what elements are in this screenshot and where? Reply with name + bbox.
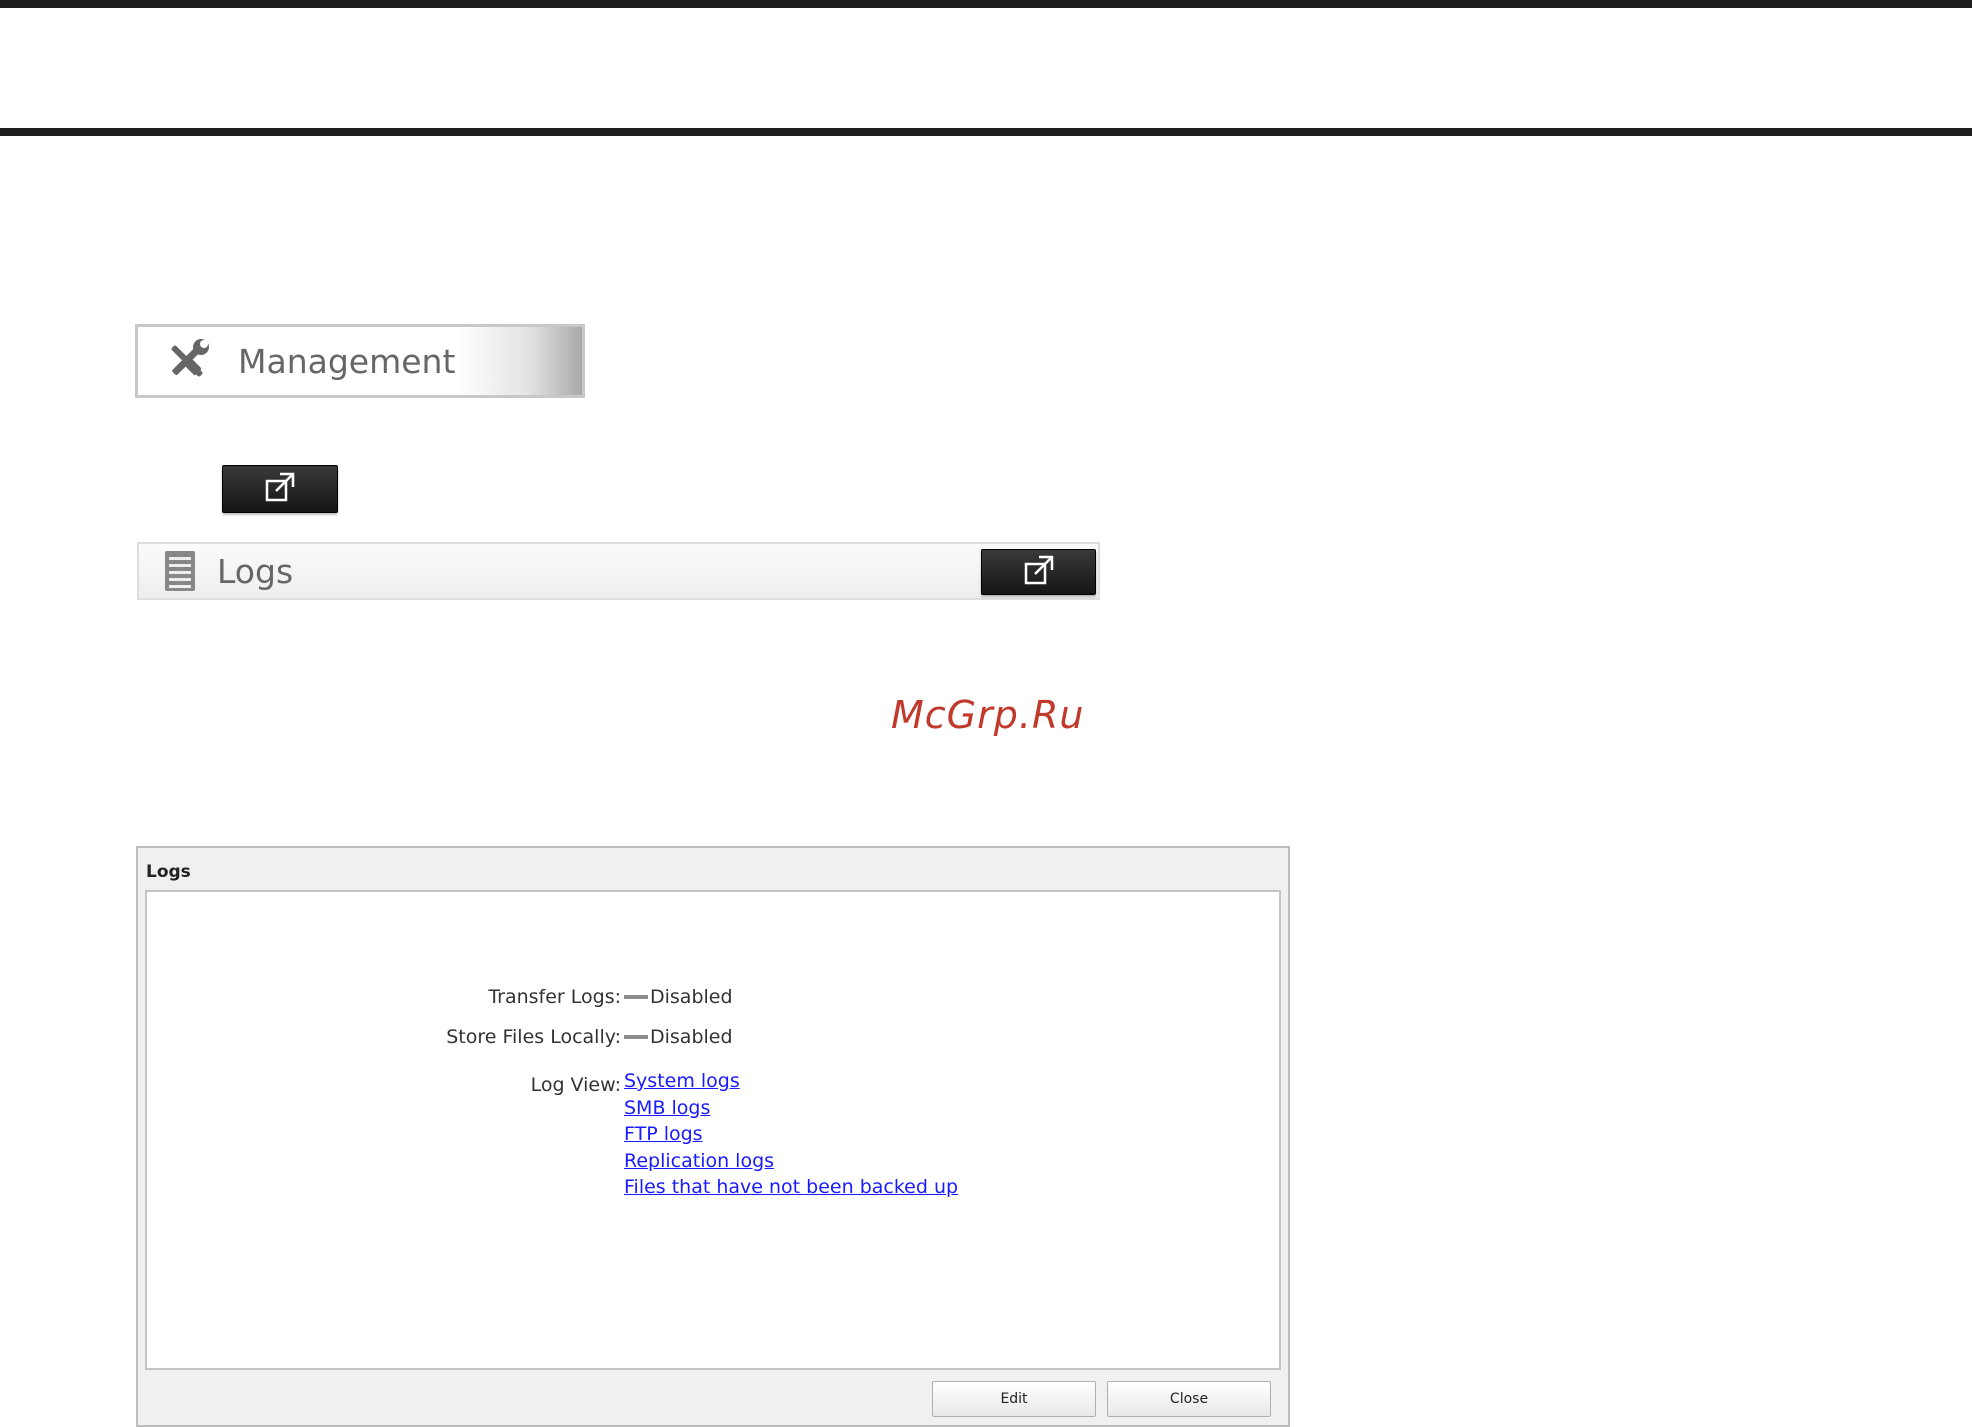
edit-button[interactable]: Edit — [932, 1381, 1096, 1417]
link-files-not-backed-up[interactable]: Files that have not been backed up — [624, 1174, 958, 1201]
logs-list-icon — [165, 550, 197, 592]
dialog-content: Transfer Logs: Disabled Store Files Loca… — [145, 890, 1281, 1370]
transfer-logs-label: Transfer Logs: — [488, 986, 621, 1008]
dialog-title: Logs — [146, 862, 191, 882]
store-files-status: Disabled — [650, 1026, 733, 1048]
top-rule — [0, 0, 1972, 8]
management-tab[interactable]: Management — [135, 324, 585, 398]
store-files-value: Disabled — [624, 1026, 733, 1048]
link-replication-logs[interactable]: Replication logs — [624, 1148, 958, 1175]
toggle-off-icon — [624, 1035, 648, 1039]
open-window-icon — [264, 471, 296, 507]
tools-icon — [162, 336, 212, 386]
management-label: Management — [238, 341, 456, 381]
link-system-logs[interactable]: System logs — [624, 1068, 958, 1095]
logs-bar-label: Logs — [217, 551, 294, 591]
link-ftp-logs[interactable]: FTP logs — [624, 1121, 958, 1148]
logs-bar[interactable]: Logs — [137, 542, 1100, 600]
link-smb-logs[interactable]: SMB logs — [624, 1095, 958, 1122]
close-button[interactable]: Close — [1107, 1381, 1271, 1417]
logs-dialog: Logs Transfer Logs: Disabled Store Files… — [136, 846, 1290, 1427]
logs-open-button[interactable] — [981, 549, 1096, 595]
transfer-logs-status: Disabled — [650, 986, 733, 1008]
store-files-label: Store Files Locally: — [446, 1026, 621, 1048]
header-rule — [0, 128, 1972, 136]
log-view-label: Log View: — [530, 1074, 621, 1096]
open-window-icon — [1023, 554, 1055, 590]
transfer-logs-value: Disabled — [624, 986, 733, 1008]
toggle-off-icon — [624, 995, 648, 999]
watermark: McGrp.Ru — [891, 693, 1085, 737]
open-window-button[interactable] — [222, 465, 338, 513]
log-view-links: System logs SMB logs FTP logs Replicatio… — [624, 1068, 958, 1201]
